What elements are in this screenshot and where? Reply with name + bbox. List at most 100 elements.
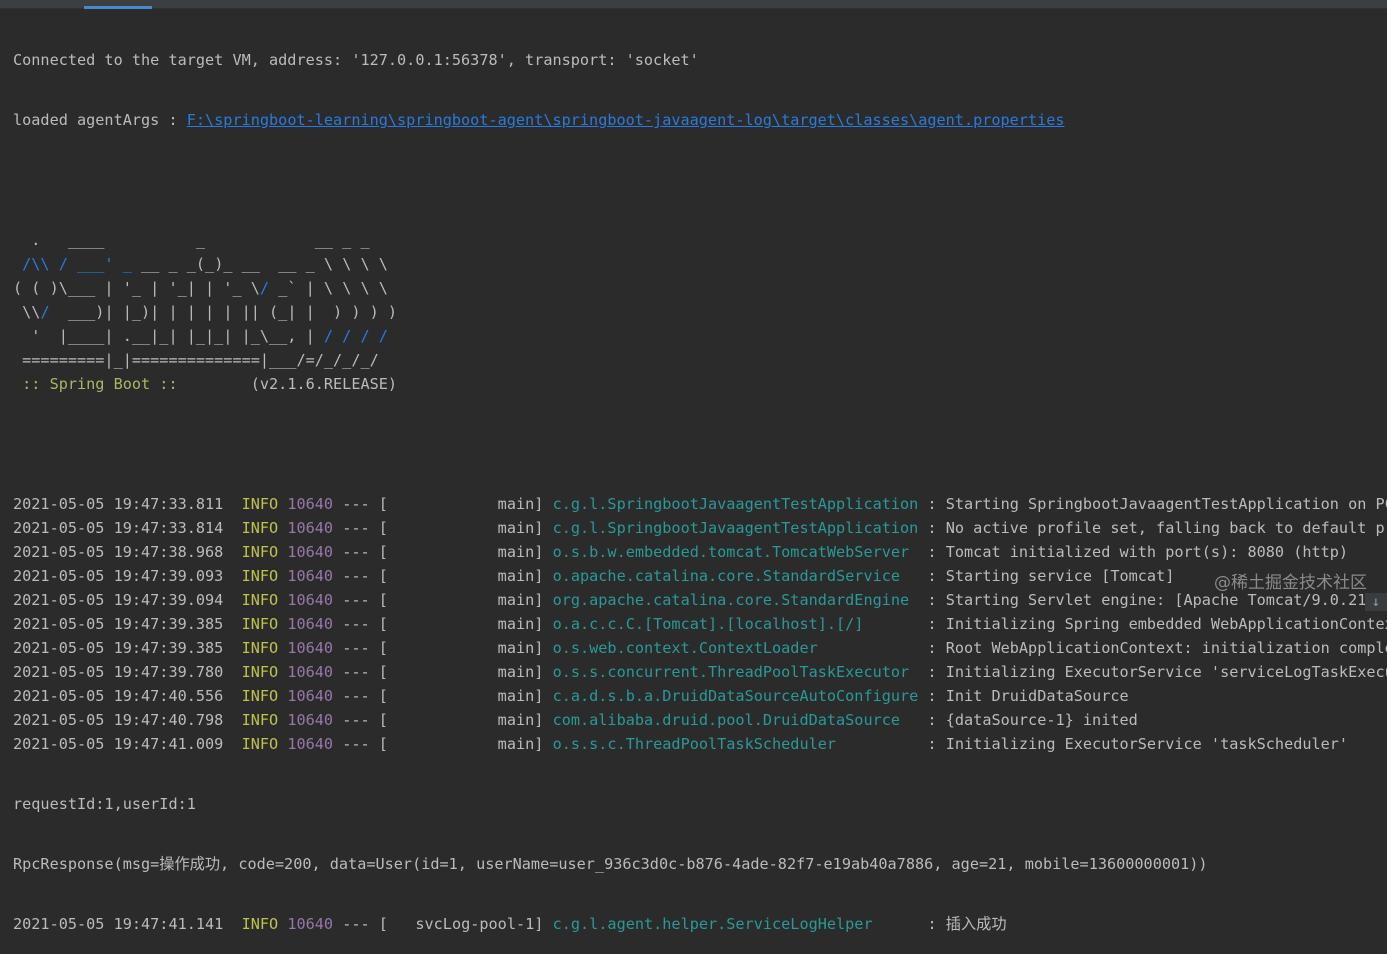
log-separator: --- [ <box>342 687 388 705</box>
log-separator: --- [ <box>342 591 388 609</box>
log-message: : {dataSource-1} inited <box>927 711 1138 729</box>
banner-segment: __ _ _(_)_ __ __ _ \ \ \ \ <box>131 255 388 273</box>
log-timestamp: 2021-05-05 19:47:41.141 <box>13 915 224 933</box>
spring-banner: . ____ _ __ _ _ /\\ / ___' _ __ _ _(_)_ … <box>13 228 1387 396</box>
watermark: @稀土掘金技术社区 <box>1214 573 1367 593</box>
log-lines: 2021-05-05 19:47:33.811 INFO 10640 --- [… <box>13 492 1387 756</box>
request-line: requestId:1,userId:1 <box>13 795 196 813</box>
banner-segment: /\\ / ___' <box>13 255 114 273</box>
log-line: 2021-05-05 19:47:41.009 INFO 10640 --- [… <box>13 732 1387 756</box>
banner-segment: _ <box>122 255 132 273</box>
log-logger: o.s.web.context.ContextLoader <box>552 639 919 657</box>
log-separator: --- [ <box>342 639 388 657</box>
banner-segment: ' |____| .__|_| |_|_| |_\__, | <box>13 327 324 345</box>
log-pid: 10640 <box>287 711 334 729</box>
log-pid: 10640 <box>287 735 334 753</box>
log-pid: 10640 <box>287 543 334 561</box>
log-line: 2021-05-05 19:47:39.093 INFO 10640 --- [… <box>13 564 1387 588</box>
log-logger: c.a.d.s.b.a.DruidDataSourceAutoConfigure <box>552 687 919 705</box>
banner-segment: :: Spring Boot :: <box>13 375 187 393</box>
log-message: : Init DruidDataSource <box>927 687 1129 705</box>
log-separator: --- [ <box>342 567 388 585</box>
log-line: 2021-05-05 19:47:40.798 INFO 10640 --- [… <box>13 708 1387 732</box>
log-pid: 10640 <box>287 519 334 537</box>
banner-segment: _` | \ \ \ \ <box>269 279 388 297</box>
log-pid: 10640 <box>287 567 334 585</box>
log-separator: --- [ <box>342 495 388 513</box>
log-level: INFO <box>241 591 279 609</box>
agent-args-path-link[interactable]: F:\springboot-learning\springboot-agent\… <box>187 111 1065 129</box>
log-timestamp: 2021-05-05 19:47:40.798 <box>13 711 224 729</box>
log-thread: svcLog-pool-1] <box>397 915 544 933</box>
log-message: : Starting SpringbootJavaagentTestApplic… <box>927 495 1387 513</box>
banner-line: :: Spring Boot :: (v2.1.6.RELEASE) <box>13 372 1387 396</box>
log-level: INFO <box>241 567 279 585</box>
log-logger: o.s.b.w.embedded.tomcat.TomcatWebServer <box>552 543 919 561</box>
banner-segment: ( ( )\___ | '_ | '_| | '_ \ <box>13 279 260 297</box>
banner-line: \\/ ___)| |_)| | | | | || (_| | ) ) ) ) <box>13 300 1387 324</box>
log-message: : Tomcat initialized with port(s): 8080 … <box>927 543 1349 561</box>
log-timestamp: 2021-05-05 19:47:39.093 <box>13 567 224 585</box>
log-separator: --- [ <box>342 915 388 933</box>
console-output[interactable]: Connected to the target VM, address: '12… <box>13 12 1387 954</box>
log-level: INFO <box>241 687 279 705</box>
log-message: : 插入成功 <box>927 915 1007 933</box>
log-level: INFO <box>241 735 279 753</box>
log-logger: o.a.c.c.C.[Tomcat].[localhost].[/] <box>552 615 919 633</box>
log-timestamp: 2021-05-05 19:47:39.094 <box>13 591 224 609</box>
banner-line: /\\ / ___' _ __ _ _(_)_ __ __ _ \ \ \ \ <box>13 252 1387 276</box>
tool-window-tab-bar <box>0 0 1387 9</box>
log-timestamp: 2021-05-05 19:47:33.814 <box>13 519 224 537</box>
log-logger: com.alibaba.druid.pool.DruidDataSource <box>552 711 919 729</box>
log-level: INFO <box>241 663 279 681</box>
log-message: : Initializing Spring embedded WebApplic… <box>927 615 1387 633</box>
log-logger: o.apache.catalina.core.StandardService <box>552 567 919 585</box>
log-line: 2021-05-05 19:47:39.385 INFO 10640 --- [… <box>13 636 1387 660</box>
log-thread: main] <box>397 591 544 609</box>
log-logger: org.apache.catalina.core.StandardEngine <box>552 591 919 609</box>
log-level: INFO <box>241 915 279 933</box>
log-message: : Initializing ExecutorService 'taskSche… <box>927 735 1349 753</box>
log-thread: main] <box>397 711 544 729</box>
log-message: : Root WebApplicationContext: initializa… <box>927 639 1387 657</box>
log-thread: main] <box>397 567 544 585</box>
log-line: 2021-05-05 19:47:39.385 INFO 10640 --- [… <box>13 612 1387 636</box>
banner-segment: (v2.1.6.RELEASE) <box>186 375 398 393</box>
log-thread: main] <box>397 687 544 705</box>
log-logger: c.g.l.SpringbootJavaagentTestApplication <box>552 519 919 537</box>
log-line: 2021-05-05 19:47:38.968 INFO 10640 --- [… <box>13 540 1387 564</box>
log-timestamp: 2021-05-05 19:47:39.780 <box>13 663 224 681</box>
log-message: : Starting service [Tomcat] <box>927 567 1175 585</box>
log-thread: main] <box>397 495 544 513</box>
log-pid: 10640 <box>287 687 334 705</box>
log-message: : Initializing ExecutorService 'serviceL… <box>927 663 1387 681</box>
log-line: 2021-05-05 19:47:33.811 INFO 10640 --- [… <box>13 492 1387 516</box>
banner-segment <box>114 255 123 273</box>
log-logger: o.s.s.concurrent.ThreadPoolTaskExecutor <box>552 663 919 681</box>
log-line: 2021-05-05 19:47:40.556 INFO 10640 --- [… <box>13 684 1387 708</box>
log-thread: main] <box>397 615 544 633</box>
log-level: INFO <box>241 615 279 633</box>
scroll-down-button[interactable]: ↓ <box>1365 593 1387 611</box>
log-level: INFO <box>241 543 279 561</box>
log-timestamp: 2021-05-05 19:47:40.556 <box>13 687 224 705</box>
log-timestamp: 2021-05-05 19:47:38.968 <box>13 543 224 561</box>
log-thread: main] <box>397 663 544 681</box>
log-thread: main] <box>397 543 544 561</box>
log-line: 2021-05-05 19:47:39.780 INFO 10640 --- [… <box>13 660 1387 684</box>
log-logger: o.s.s.c.ThreadPoolTaskScheduler <box>552 735 919 753</box>
banner-segment: . ____ _ __ _ _ <box>13 231 370 249</box>
log-separator: --- [ <box>342 735 388 753</box>
log-pid: 10640 <box>287 495 334 513</box>
log-pid: 10640 <box>287 615 334 633</box>
banner-line: =========|_|==============|___/=/_/_/_/ <box>13 348 1387 372</box>
log-separator: --- [ <box>342 711 388 729</box>
log-logger: c.g.l.agent.helper.ServiceLogHelper <box>552 915 919 933</box>
log-timestamp: 2021-05-05 19:47:39.385 <box>13 615 224 633</box>
banner-line: ( ( )\___ | '_ | '_| | '_ \/ _` | \ \ \ … <box>13 276 1387 300</box>
log-pid: 10640 <box>287 591 334 609</box>
log-thread: main] <box>397 639 544 657</box>
last-log-line: 2021-05-05 19:47:41.141 INFO 10640 --- [… <box>13 912 1387 936</box>
log-separator: --- [ <box>342 663 388 681</box>
